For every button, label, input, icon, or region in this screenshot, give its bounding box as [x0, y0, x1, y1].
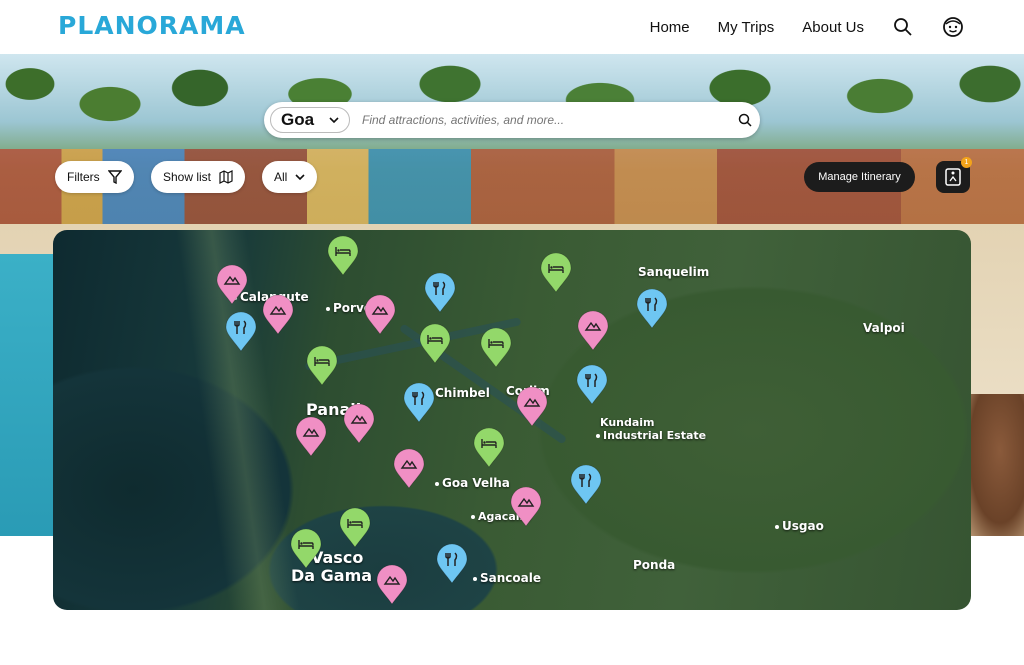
- attraction-pin[interactable]: [343, 403, 375, 444]
- chevron-down-icon: [295, 174, 305, 181]
- food-pin[interactable]: [424, 272, 456, 313]
- search-icon[interactable]: [892, 16, 914, 38]
- hotel-pin[interactable]: [306, 345, 338, 386]
- hotel-pin-icon: [540, 252, 572, 293]
- manage-itinerary-button[interactable]: Manage Itinerary: [804, 162, 915, 192]
- sea: [0, 254, 60, 536]
- hotel-pin[interactable]: [419, 323, 451, 364]
- attraction-pin-icon: [295, 416, 327, 457]
- hotel-pin[interactable]: [540, 252, 572, 293]
- attraction-pin-icon: [393, 448, 425, 489]
- filters-label: Filters: [67, 170, 100, 184]
- attraction-pin-icon: [376, 564, 408, 605]
- category-value: All: [274, 170, 288, 184]
- food-pin[interactable]: [436, 543, 468, 584]
- attraction-pin[interactable]: [376, 564, 408, 605]
- attraction-pin-icon: [516, 386, 548, 427]
- itinerary-button[interactable]: 1: [936, 157, 972, 193]
- attraction-pin[interactable]: [262, 294, 294, 335]
- attraction-pin-icon: [216, 264, 248, 305]
- funnel-icon: [107, 170, 122, 184]
- hotel-pin[interactable]: [290, 528, 322, 569]
- itinerary-count-badge: 1: [961, 157, 972, 168]
- place-label: Industrial Estate: [596, 429, 706, 442]
- hotel-pin-icon: [306, 345, 338, 386]
- hotel-pin-icon: [473, 427, 505, 468]
- itinerary-icon: [945, 168, 961, 186]
- attraction-pin[interactable]: [393, 448, 425, 489]
- place-label: Sanquelim: [638, 265, 710, 279]
- attraction-pin[interactable]: [510, 486, 542, 527]
- top-nav: PLANORAMA Home My Trips About Us: [0, 0, 1024, 54]
- attraction-pin-icon: [343, 403, 375, 444]
- food-pin-icon: [424, 272, 456, 313]
- show-list-button[interactable]: Show list: [151, 161, 246, 193]
- attraction-pin[interactable]: [577, 310, 609, 351]
- hotel-pin[interactable]: [339, 507, 371, 548]
- place-label: Sancoale: [473, 571, 541, 585]
- hotel-pin-icon: [480, 327, 512, 368]
- chevron-down-icon: [329, 117, 339, 124]
- hotel-pin[interactable]: [480, 327, 512, 368]
- place-label: Usgao: [775, 519, 824, 533]
- attraction-pin[interactable]: [364, 294, 396, 335]
- search-bar: Goa: [264, 102, 760, 138]
- filters-button[interactable]: Filters: [55, 161, 134, 193]
- food-pin-icon: [636, 288, 668, 329]
- nav-about-us-link[interactable]: About Us: [802, 19, 864, 36]
- category-dropdown[interactable]: All: [262, 161, 318, 193]
- face-icon[interactable]: [942, 16, 964, 38]
- food-pin[interactable]: [225, 311, 257, 352]
- food-pin-icon: [225, 311, 257, 352]
- attraction-pin-icon: [364, 294, 396, 335]
- location-value: Goa: [281, 110, 315, 129]
- attraction-pin-icon: [510, 486, 542, 527]
- hotel-pin-icon: [419, 323, 451, 364]
- food-pin-icon: [576, 364, 608, 405]
- search-input[interactable]: [350, 113, 730, 127]
- hotel-pin-icon: [290, 528, 322, 569]
- attraction-pin[interactable]: [516, 386, 548, 427]
- attraction-pin[interactable]: [295, 416, 327, 457]
- logo[interactable]: PLANORAMA: [58, 11, 246, 40]
- rocks: [964, 394, 1024, 536]
- nav-my-trips-link[interactable]: My Trips: [718, 19, 775, 36]
- place-label: Kundaim: [600, 416, 655, 429]
- food-pin[interactable]: [570, 464, 602, 505]
- place-label: Chimbel: [428, 386, 490, 400]
- nav-links: Home My Trips About Us: [650, 0, 964, 54]
- place-label: Goa Velha: [435, 476, 510, 490]
- place-label: Valpoi: [863, 321, 905, 335]
- search-submit-icon[interactable]: [730, 113, 760, 127]
- food-pin[interactable]: [403, 382, 435, 423]
- attraction-pin-icon: [262, 294, 294, 335]
- food-pin[interactable]: [636, 288, 668, 329]
- hotel-pin[interactable]: [327, 235, 359, 276]
- nav-home-link[interactable]: Home: [650, 19, 690, 36]
- food-pin-icon: [570, 464, 602, 505]
- hotel-pin-icon: [339, 507, 371, 548]
- hotel-pin-icon: [327, 235, 359, 276]
- hotel-pin[interactable]: [473, 427, 505, 468]
- food-pin-icon: [403, 382, 435, 423]
- map-icon: [219, 170, 233, 184]
- attraction-pin-icon: [577, 310, 609, 351]
- show-list-label: Show list: [163, 170, 212, 184]
- place-label: Ponda: [633, 558, 676, 572]
- map[interactable]: Calangute Porvo Sanquelim Valpoi Chimbel…: [53, 230, 971, 610]
- location-dropdown[interactable]: Goa: [270, 107, 350, 133]
- food-pin-icon: [436, 543, 468, 584]
- attraction-pin[interactable]: [216, 264, 248, 305]
- food-pin[interactable]: [576, 364, 608, 405]
- page: PLANORAMA Home My Trips About Us Goa Fin…: [0, 0, 1024, 665]
